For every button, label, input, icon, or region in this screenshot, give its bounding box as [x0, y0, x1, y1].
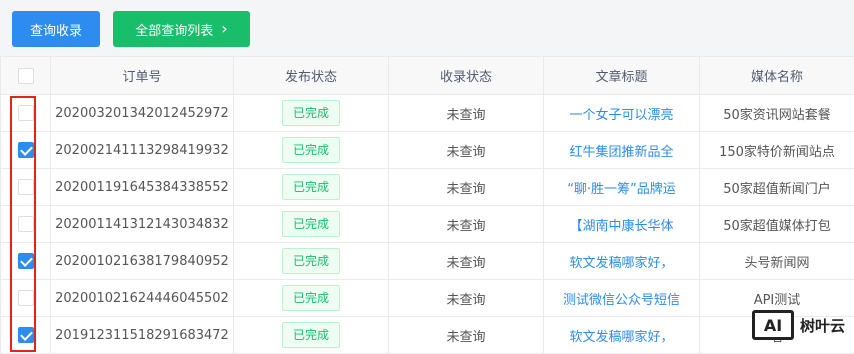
index-status-cell: 未查询	[389, 280, 544, 317]
order-number-cell: 20200214111329841993​2	[51, 132, 234, 169]
order-number-cell: 20200102163817984095​2	[51, 243, 234, 280]
article-title-link[interactable]: 【湖南中康长华体	[544, 206, 700, 243]
index-status-cell: 未查询	[389, 317, 544, 354]
row-checkbox[interactable]	[18, 327, 34, 343]
row-select-cell	[1, 206, 51, 243]
order-number-cell: 20200102162444604550​2	[51, 280, 234, 317]
toolbar: 查询收录 全部查询列表 ›	[0, 0, 854, 56]
query-index-button[interactable]: 查询收录	[12, 11, 100, 47]
status-badge: 已完成	[282, 248, 340, 274]
table-row[interactable]: 20200214111329841993​2 已完成 未查询红牛集团推新品全150家…	[1, 132, 854, 169]
publish-status-cell: 已完成	[234, 206, 389, 243]
media-name-cell: 50家资讯网站套餐	[700, 95, 854, 132]
index-status-cell: 未查询	[389, 206, 544, 243]
row-select-cell	[1, 317, 51, 354]
select-all-cell	[1, 57, 51, 95]
table-row[interactable]: 20191231151829168347​2已完成未查询软文发稿哪家好，者	[1, 317, 854, 354]
header-media-name[interactable]: 媒体名称	[700, 57, 854, 95]
row-checkbox[interactable]	[18, 142, 34, 158]
all-query-list-label: 全部查询列表	[135, 20, 213, 39]
status-badge: 已完成	[282, 322, 340, 348]
row-checkbox[interactable]	[18, 179, 34, 195]
index-status-cell: 未查询	[389, 243, 544, 280]
header-article-title[interactable]: 文章标题	[544, 57, 700, 95]
row-select-cell	[1, 132, 51, 169]
row-select-cell	[1, 95, 51, 132]
table-row[interactable]: 20200114131214303483​2 已完成 未查询【湖南中康长华体50家超…	[1, 206, 854, 243]
publish-status-cell: 已完成	[234, 317, 389, 354]
table-row[interactable]: 20200119164538433855​2 已完成 未查询“聊·胜一筹”品牌运50…	[1, 169, 854, 206]
index-status-cell: 未查询	[389, 95, 544, 132]
article-title-link[interactable]: 一个女子可以漂亮	[544, 95, 700, 132]
media-name-cell: 50家超值新闻门户	[700, 169, 854, 206]
article-title-link[interactable]: 测试微信公众号短信	[544, 280, 700, 317]
media-name-cell: 50家超值媒体打包	[700, 206, 854, 243]
order-number-cell: 20200119164538433855​2	[51, 169, 234, 206]
row-checkbox[interactable]	[18, 105, 34, 121]
publish-status-cell: 已完成	[234, 95, 389, 132]
publish-status-cell: 已完成	[234, 132, 389, 169]
watermark-brand: 树叶云	[800, 315, 845, 336]
order-number-cell: 20200320134201245297​2	[51, 95, 234, 132]
status-badge: 已完成	[282, 137, 340, 163]
header-order-no[interactable]: 订单号	[51, 57, 234, 95]
status-badge: 已完成	[282, 100, 340, 126]
row-checkbox[interactable]	[18, 290, 34, 306]
chevron-right-icon: ›	[221, 21, 227, 37]
row-select-cell	[1, 243, 51, 280]
status-badge: 已完成	[282, 174, 340, 200]
order-number-cell: 20191231151829168347​2	[51, 317, 234, 354]
publish-status-cell: 已完成	[234, 169, 389, 206]
media-name-cell: 头号新闻网	[700, 243, 854, 280]
row-checkbox[interactable]	[18, 253, 34, 269]
order-number-cell: 20200114131214303483​2	[51, 206, 234, 243]
publish-status-cell: 已完成	[234, 280, 389, 317]
index-status-cell: 未查询	[389, 132, 544, 169]
table-row[interactable]: 20200320134201245297​2 已完成 未查询一个女子可以漂亮50家资…	[1, 95, 854, 132]
table-row[interactable]: 20200102163817984095​2 已完成 未查询软文发稿哪家好，头号新闻…	[1, 243, 854, 280]
article-title-link[interactable]: 软文发稿哪家好，	[544, 243, 700, 280]
all-query-list-button[interactable]: 全部查询列表 ›	[113, 11, 250, 47]
row-select-cell	[1, 169, 51, 206]
publish-status-cell: 已完成	[234, 243, 389, 280]
query-index-label: 查询收录	[30, 20, 82, 39]
article-title-link[interactable]: 红牛集团推新品全	[544, 132, 700, 169]
table-header-row: 订单号 发布状态 收录状态 文章标题 媒体名称	[1, 57, 854, 95]
article-title-link[interactable]: 软文发稿哪家好，	[544, 317, 700, 354]
media-name-cell: 150家特价新闻站点	[700, 132, 854, 169]
watermark-logo: AI	[752, 310, 794, 340]
index-status-cell: 未查询	[389, 169, 544, 206]
article-title-link[interactable]: “聊·胜一筹”品牌运	[544, 169, 700, 206]
select-all-checkbox[interactable]	[18, 68, 34, 84]
header-publish-status[interactable]: 发布状态	[234, 57, 389, 95]
row-checkbox[interactable]	[18, 216, 34, 232]
row-select-cell	[1, 280, 51, 317]
watermark: AI 树叶云	[752, 305, 854, 345]
status-badge: 已完成	[282, 211, 340, 237]
table-row[interactable]: 20200102162444604550​2已完成未查询测试微信公众号短信API…	[1, 280, 854, 317]
order-table: 订单号 发布状态 收录状态 文章标题 媒体名称 2020032013420124…	[0, 56, 854, 354]
header-index-status[interactable]: 收录状态	[389, 57, 544, 95]
status-badge: 已完成	[282, 285, 340, 311]
